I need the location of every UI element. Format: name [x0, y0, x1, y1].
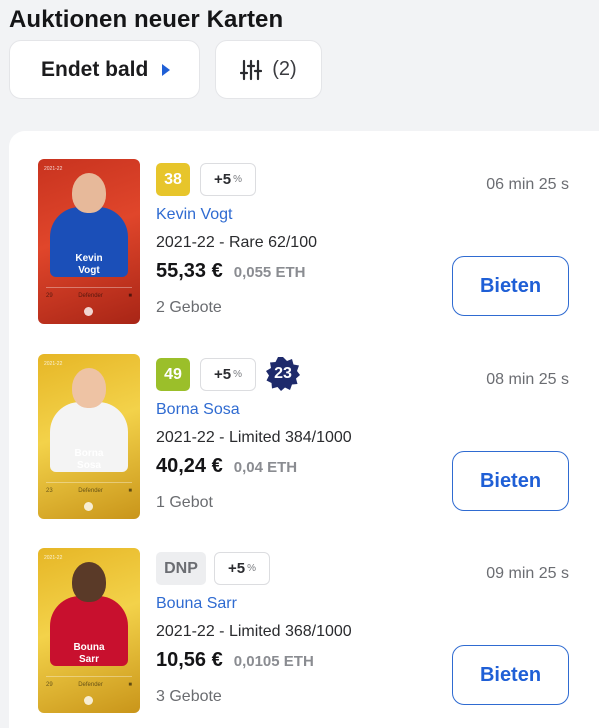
- ball-icon: [84, 307, 93, 316]
- bid-count: 3 Gebote: [156, 688, 222, 705]
- sort-label: Endet bald: [41, 57, 149, 81]
- card-stats: 23 Defender ■: [46, 482, 132, 498]
- card-age: 29: [46, 681, 53, 688]
- bid-button[interactable]: Bieten: [452, 645, 569, 705]
- bonus-badge: +5 %: [214, 552, 270, 585]
- card-edition: 2021-22 - Rare 62/100: [156, 234, 317, 251]
- card-position: Defender: [78, 487, 103, 494]
- flag-icon: ■: [128, 487, 132, 494]
- flag-icon: ■: [128, 681, 132, 688]
- sliders-icon: [240, 59, 263, 80]
- time-left: 09 min 25 s: [486, 565, 569, 582]
- card-first-name: Borna: [74, 448, 104, 459]
- serial-number: 23: [274, 365, 292, 382]
- card-player-head: [72, 562, 106, 602]
- card-last-name: Sosa: [77, 460, 101, 471]
- price-eur: 55,33 €: [156, 260, 223, 282]
- auction-list: 2021-22 Kevin Vogt 29 Defender ■ 38 +5 %…: [9, 131, 599, 728]
- card-season: 2021-22: [44, 361, 63, 367]
- player-name-link[interactable]: Bouna Sarr: [156, 595, 237, 613]
- price: 10,56 € 0,0105 ETH: [156, 649, 314, 672]
- level-badge: 38: [156, 163, 190, 196]
- bonus-badge: +5 %: [200, 358, 256, 391]
- player-name-link[interactable]: Kevin Vogt: [156, 206, 233, 224]
- card-position: Defender: [78, 292, 103, 299]
- card-age: 29: [46, 292, 53, 299]
- level-badge: 49: [156, 358, 190, 391]
- card-edition: 2021-22 - Limited 384/1000: [156, 429, 352, 446]
- bonus-badge: +5 %: [200, 163, 256, 196]
- price-eth: 0,04 ETH: [233, 459, 298, 476]
- price-eth: 0,055 ETH: [233, 264, 306, 281]
- bonus-unit: %: [233, 174, 242, 185]
- bonus-value: +5: [227, 560, 246, 577]
- price-eur: 40,24 €: [156, 455, 223, 477]
- price: 40,24 € 0,04 ETH: [156, 455, 297, 478]
- auction-row: 2021-22 Borna Sosa 23 Defender ■ 49 +5 %…: [9, 326, 599, 519]
- bid-count: 1 Gebot: [156, 494, 213, 511]
- card-stats: 29 Defender ■: [46, 287, 132, 303]
- time-left: 08 min 25 s: [486, 371, 569, 388]
- ball-icon: [84, 502, 93, 511]
- card-position: Defender: [78, 681, 103, 688]
- bid-button[interactable]: Bieten: [452, 451, 569, 511]
- card-last-name: Vogt: [78, 265, 100, 276]
- player-card[interactable]: 2021-22 Kevin Vogt 29 Defender ■: [38, 159, 140, 324]
- flag-icon: ■: [128, 292, 132, 299]
- card-last-name: Sarr: [78, 654, 99, 665]
- player-card[interactable]: 2021-22 Bouna Sarr 29 Defender ■: [38, 548, 140, 713]
- bonus-value: +5: [213, 171, 232, 188]
- card-stats: 29 Defender ■: [46, 676, 132, 692]
- bonus-unit: %: [247, 563, 256, 574]
- card-age: 23: [46, 487, 53, 494]
- sort-dropdown[interactable]: Endet bald: [9, 40, 200, 99]
- card-first-name: Kevin: [75, 253, 103, 264]
- filter-button[interactable]: (2): [215, 40, 322, 99]
- player-card[interactable]: 2021-22 Borna Sosa 23 Defender ■: [38, 354, 140, 519]
- bid-count: 2 Gebote: [156, 299, 222, 316]
- player-name-link[interactable]: Borna Sosa: [156, 401, 240, 419]
- bonus-value: +5: [213, 366, 232, 383]
- card-season: 2021-22: [44, 555, 63, 561]
- price-eur: 10,56 €: [156, 649, 223, 671]
- bid-button[interactable]: Bieten: [452, 256, 569, 316]
- auction-row: 2021-22 Bouna Sarr 29 Defender ■ DNP +5 …: [9, 520, 599, 713]
- auction-row: 2021-22 Kevin Vogt 29 Defender ■ 38 +5 %…: [9, 131, 599, 324]
- filter-count: (2): [272, 58, 297, 80]
- ball-icon: [84, 696, 93, 705]
- card-season: 2021-22: [44, 166, 63, 172]
- price: 55,33 € 0,055 ETH: [156, 260, 305, 283]
- bonus-unit: %: [233, 369, 242, 380]
- card-edition: 2021-22 - Limited 368/1000: [156, 623, 352, 640]
- price-eth: 0,0105 ETH: [233, 653, 314, 670]
- page-title: Auktionen neuer Karten: [9, 6, 284, 33]
- card-player-head: [72, 173, 106, 213]
- time-left: 06 min 25 s: [486, 176, 569, 193]
- serial-number-badge: 23: [265, 356, 301, 392]
- card-first-name: Bouna: [73, 642, 105, 653]
- caret-right-icon: [162, 63, 171, 76]
- level-badge: DNP: [156, 552, 206, 585]
- card-player-head: [72, 368, 106, 408]
